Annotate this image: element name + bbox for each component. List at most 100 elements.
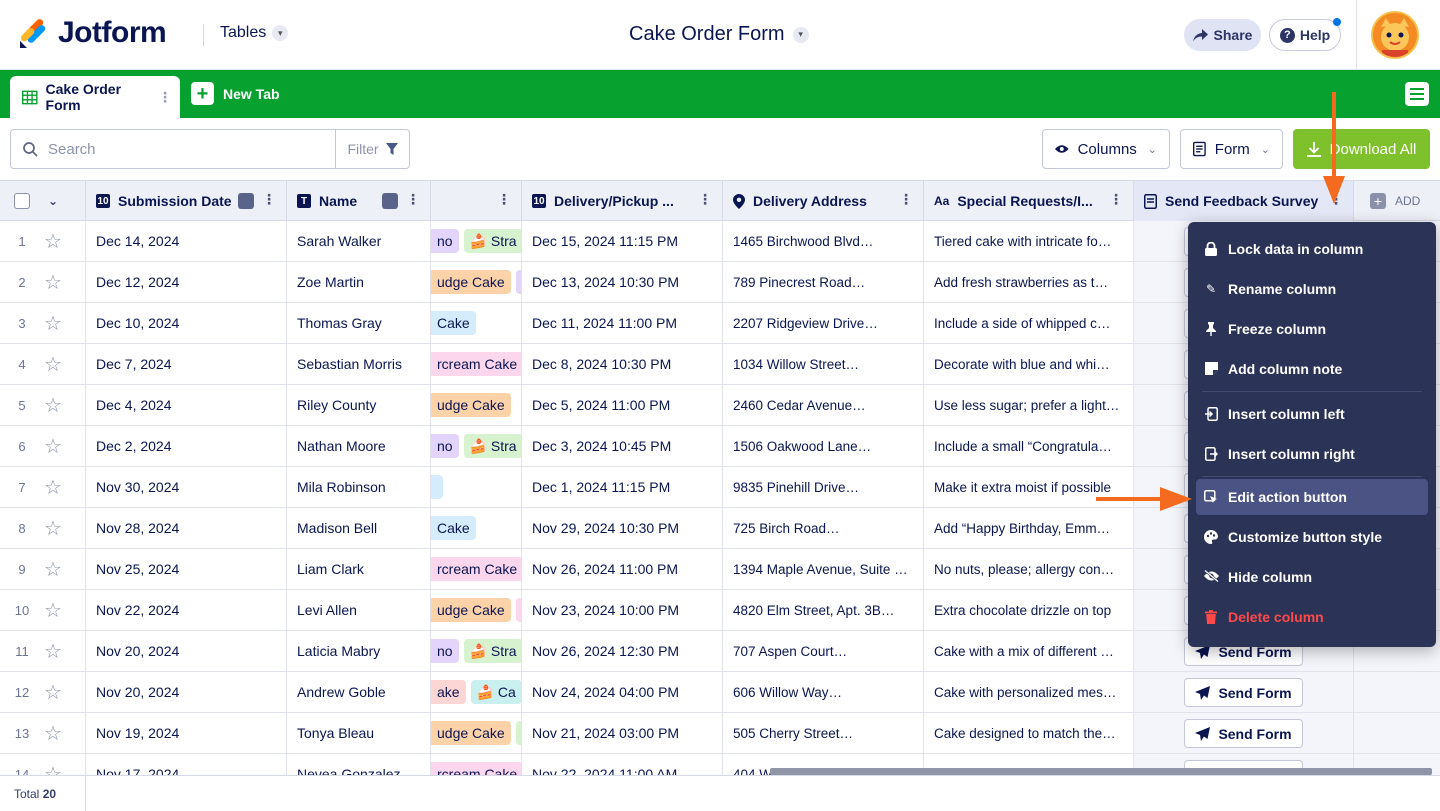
submission-date-cell[interactable]: Nov 28, 2024	[86, 508, 287, 548]
menu-item-add-column-note[interactable]: Add column note	[1188, 349, 1436, 389]
special-requests-cell[interactable]: Cake with personalized mes…	[924, 672, 1134, 712]
cake-type-cell[interactable]: rcream Cake	[431, 754, 522, 775]
delivery-address-cell[interactable]: 606 Willow Way…	[723, 672, 924, 712]
row-index-cell[interactable]: 7 ☆	[0, 467, 86, 507]
submission-date-cell[interactable]: Nov 19, 2024	[86, 713, 287, 753]
download-all-button[interactable]: Download All	[1293, 129, 1430, 169]
row-index-cell[interactable]: 10 ☆	[0, 590, 86, 630]
delivery-address-cell[interactable]: 1465 Birchwood Blvd…	[723, 221, 924, 261]
row-index-cell[interactable]: 6 ☆	[0, 426, 86, 466]
add-column-button[interactable]: + ADD	[1354, 181, 1440, 221]
submission-date-cell[interactable]: Nov 20, 2024	[86, 631, 287, 671]
form-button[interactable]: Form ⌄	[1180, 129, 1283, 169]
name-cell[interactable]: Andrew Goble	[287, 672, 431, 712]
cake-type-cell[interactable]: no 🍰 Stra	[431, 221, 522, 261]
name-cell[interactable]: Riley County	[287, 385, 431, 425]
row-index-cell[interactable]: 12 ☆	[0, 672, 86, 712]
special-requests-cell[interactable]: Add fresh strawberries as t…	[924, 262, 1134, 302]
star-icon[interactable]: ☆	[44, 344, 62, 384]
delivery-address-cell[interactable]: 9835 Pinehill Drive…	[723, 467, 924, 507]
select-all-checkbox[interactable]	[14, 193, 30, 209]
special-requests-cell[interactable]: Cake with a mix of different …	[924, 631, 1134, 671]
special-requests-cell[interactable]: Use less sugar; prefer a light…	[924, 385, 1134, 425]
cake-type-cell[interactable]: udge Cake	[431, 590, 522, 630]
column-header-send-feedback-survey[interactable]: Send Feedback Survey ⋮	[1134, 181, 1354, 221]
row-index-cell[interactable]: 3 ☆	[0, 303, 86, 343]
star-icon[interactable]: ☆	[44, 385, 62, 425]
menu-item-freeze-column[interactable]: Freeze column	[1188, 309, 1436, 349]
special-requests-cell[interactable]: Cake designed to match the…	[924, 713, 1134, 753]
star-icon[interactable]: ☆	[44, 221, 62, 261]
name-cell[interactable]: Levi Allen	[287, 590, 431, 630]
name-cell[interactable]: Zoe Martin	[287, 262, 431, 302]
star-icon[interactable]: ☆	[44, 467, 62, 507]
row-index-cell[interactable]: 11 ☆	[0, 631, 86, 671]
star-icon[interactable]: ☆	[44, 262, 62, 302]
menu-item-insert-column-left[interactable]: Insert column left	[1188, 394, 1436, 434]
select-all-header[interactable]: ⌄	[0, 181, 86, 221]
cake-type-cell[interactable]: udge Cake	[431, 713, 522, 753]
column-header-name[interactable]: T Name ⋮	[287, 181, 431, 221]
row-index-cell[interactable]: 1 ☆	[0, 221, 86, 261]
delivery-time-cell[interactable]: Dec 5, 2024 11:00 PM	[522, 385, 723, 425]
menu-item-customize-button-style[interactable]: Customize button style	[1188, 517, 1436, 557]
delivery-time-cell[interactable]: Nov 26, 2024 11:00 PM	[522, 549, 723, 589]
delivery-time-cell[interactable]: Dec 1, 2024 11:15 PM	[522, 467, 723, 507]
tables-dropdown[interactable]: Tables ▾	[220, 24, 289, 42]
special-requests-cell[interactable]: Decorate with blue and whi…	[924, 344, 1134, 384]
delivery-time-cell[interactable]: Nov 22, 2024 11:00 AM	[522, 754, 723, 775]
menu-item-hide-column[interactable]: Hide column	[1188, 557, 1436, 597]
delivery-address-cell[interactable]: 2460 Cedar Avenue…	[723, 385, 924, 425]
table-row[interactable]: 13 ☆ Nov 19, 2024 Tonya Bleau udge Cake Nov 2…	[0, 713, 1440, 754]
delivery-time-cell[interactable]: Nov 24, 2024 04:00 PM	[522, 672, 723, 712]
submission-date-cell[interactable]: Nov 22, 2024	[86, 590, 287, 630]
avatar[interactable]	[1371, 11, 1419, 59]
tab-menu-icon[interactable]: ⋮	[158, 90, 172, 104]
submission-date-cell[interactable]: Nov 30, 2024	[86, 467, 287, 507]
delivery-time-cell[interactable]: Dec 13, 2024 10:30 PM	[522, 262, 723, 302]
star-icon[interactable]: ☆	[44, 754, 62, 776]
submission-date-cell[interactable]: Dec 10, 2024	[86, 303, 287, 343]
special-requests-cell[interactable]: Add “Happy Birthday, Emm…	[924, 508, 1134, 548]
cake-type-cell[interactable]: rcream Cake	[431, 344, 522, 384]
send-form-button[interactable]: Send Form	[1184, 678, 1303, 707]
row-index-cell[interactable]: 4 ☆	[0, 344, 86, 384]
special-requests-cell[interactable]: Include a side of whipped c…	[924, 303, 1134, 343]
submission-date-cell[interactable]: Dec 2, 2024	[86, 426, 287, 466]
name-cell[interactable]: Mila Robinson	[287, 467, 431, 507]
name-cell[interactable]: Nevea Gonzalez	[287, 754, 431, 775]
submission-date-cell[interactable]: Dec 12, 2024	[86, 262, 287, 302]
menu-item-delete-column[interactable]: Delete column	[1188, 597, 1436, 637]
column-menu-icon[interactable]: ⋮	[262, 192, 276, 206]
pin-icon[interactable]	[382, 193, 398, 209]
cake-type-cell[interactable]: rcream Cake	[431, 549, 522, 589]
column-menu-icon[interactable]: ⋮	[1109, 192, 1123, 206]
jotform-logo[interactable]: Jotform	[18, 16, 167, 50]
name-cell[interactable]: Madison Bell	[287, 508, 431, 548]
cake-type-cell[interactable]: ake 🍰 Ca	[431, 672, 522, 712]
special-requests-cell[interactable]: No nuts, please; allergy con…	[924, 549, 1134, 589]
name-cell[interactable]: Thomas Gray	[287, 303, 431, 343]
submission-date-cell[interactable]: Nov 25, 2024	[86, 549, 287, 589]
menu-item-insert-column-right[interactable]: Insert column right	[1188, 434, 1436, 474]
submission-date-cell[interactable]: Dec 4, 2024	[86, 385, 287, 425]
submission-date-cell[interactable]: Nov 17, 2024	[86, 754, 287, 775]
star-icon[interactable]: ☆	[44, 631, 62, 671]
column-header-cake-type[interactable]: ⋮	[431, 181, 522, 221]
name-cell[interactable]: Sebastian Morris	[287, 344, 431, 384]
pin-icon[interactable]	[238, 193, 254, 209]
name-cell[interactable]: Sarah Walker	[287, 221, 431, 261]
row-index-cell[interactable]: 13 ☆	[0, 713, 86, 753]
delivery-time-cell[interactable]: Dec 11, 2024 11:00 PM	[522, 303, 723, 343]
cake-type-cell[interactable]	[431, 467, 522, 507]
delivery-address-cell[interactable]: 4820 Elm Street, Apt. 3B…	[723, 590, 924, 630]
column-header-submission-date[interactable]: 10 Submission Date ⋮	[86, 181, 287, 221]
row-index-cell[interactable]: 8 ☆	[0, 508, 86, 548]
special-requests-cell[interactable]: Tiered cake with intricate fo…	[924, 221, 1134, 261]
send-form-button[interactable]: Send Form	[1184, 719, 1303, 748]
menu-item-rename-column[interactable]: ✎ Rename column	[1188, 269, 1436, 309]
row-index-cell[interactable]: 14 ☆	[0, 754, 86, 775]
column-header-delivery-address[interactable]: Delivery Address ⋮	[723, 181, 924, 221]
cake-type-cell[interactable]: Cake	[431, 303, 522, 343]
special-requests-cell[interactable]: Extra chocolate drizzle on top	[924, 590, 1134, 630]
